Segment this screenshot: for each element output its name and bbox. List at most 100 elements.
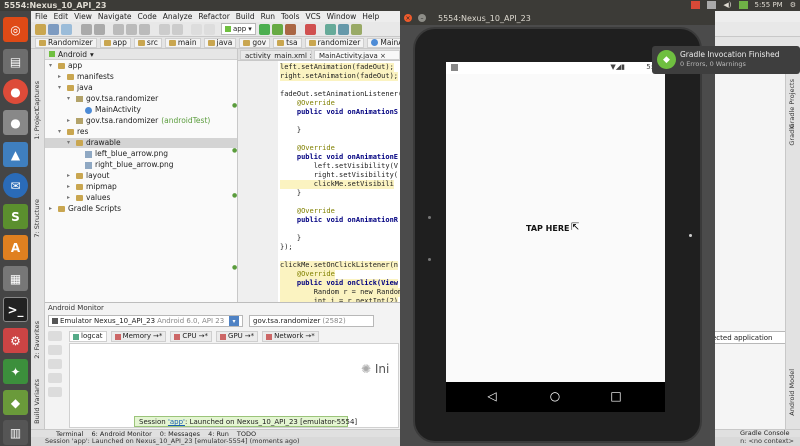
tree-item[interactable]: ▸ values bbox=[45, 193, 237, 203]
tree-item[interactable]: ▾ gov.tsa.randomizer bbox=[45, 94, 237, 104]
launch-balloon[interactable]: Session 'app': Launched on Nexus_10_API_… bbox=[134, 416, 357, 427]
menu-refactor[interactable]: Refactor bbox=[198, 12, 229, 21]
tab-gpu[interactable]: GPU →* bbox=[216, 331, 259, 342]
tree-item[interactable]: ▸ manifests bbox=[45, 72, 237, 82]
tor-icon[interactable]: ● bbox=[3, 110, 28, 135]
cut-icon[interactable] bbox=[113, 24, 124, 35]
copy-icon[interactable] bbox=[126, 24, 137, 35]
menu-window[interactable]: Window bbox=[327, 12, 357, 21]
back-triangle-icon[interactable]: ◁ bbox=[484, 388, 500, 404]
redo-icon[interactable] bbox=[94, 24, 105, 35]
tab-project[interactable]: 1: Project bbox=[33, 109, 41, 140]
tree-item[interactable]: left_blue_arrow.png bbox=[45, 149, 237, 159]
forward-icon[interactable] bbox=[204, 24, 215, 35]
tree-item[interactable]: ▾ drawable bbox=[45, 138, 237, 148]
paste-icon[interactable] bbox=[139, 24, 150, 35]
android-emulator-icon[interactable]: ◆ bbox=[3, 390, 28, 415]
clock[interactable]: 5:55 PM bbox=[755, 1, 783, 9]
tree-item[interactable]: MainActivity bbox=[45, 105, 237, 115]
mail-icon[interactable] bbox=[691, 1, 701, 9]
menu-view[interactable]: View bbox=[74, 12, 92, 21]
tree-item[interactable]: ▾ java bbox=[45, 83, 237, 93]
trash-icon[interactable]: ▥ bbox=[3, 420, 28, 445]
code-editor[interactable]: left.setAnimation(fadeOut); right.setAnim… bbox=[278, 61, 400, 302]
record-icon[interactable] bbox=[48, 345, 62, 355]
tree-item[interactable]: ▸ layout bbox=[45, 171, 237, 181]
crumb-project[interactable]: Randomizer bbox=[35, 37, 97, 48]
device-screen[interactable] bbox=[446, 62, 665, 412]
override-marker-icon[interactable]: ● bbox=[232, 147, 237, 154]
ubuntu-icon[interactable]: ◎ bbox=[3, 17, 28, 42]
menu-build[interactable]: Build bbox=[236, 12, 255, 21]
menu-analyze[interactable]: Analyze bbox=[163, 12, 193, 21]
avd-manager-icon[interactable] bbox=[325, 24, 336, 35]
find-icon[interactable] bbox=[159, 24, 170, 35]
tab-gradle[interactable]: Gradle bbox=[788, 124, 796, 146]
tab-build-variants[interactable]: Build Variants bbox=[33, 379, 41, 424]
debug-icon[interactable] bbox=[272, 24, 283, 35]
replace-icon[interactable] bbox=[172, 24, 183, 35]
gradle-notification[interactable]: ◆ Gradle Invocation Finished 0 Errors, 0… bbox=[652, 46, 800, 74]
back-icon[interactable] bbox=[191, 24, 202, 35]
screenshot-icon[interactable] bbox=[48, 331, 62, 341]
tree-item[interactable]: ▸ Gradle Scripts bbox=[45, 204, 237, 214]
thunderbird-icon[interactable]: ✉ bbox=[3, 173, 28, 198]
calculator-icon[interactable]: ▦ bbox=[3, 266, 28, 291]
network-icon[interactable] bbox=[707, 1, 717, 9]
run-icon[interactable] bbox=[259, 24, 270, 35]
override-marker-icon[interactable]: ● bbox=[232, 192, 237, 199]
override-marker-icon[interactable]: ● bbox=[232, 102, 237, 109]
menu-code[interactable]: Code bbox=[138, 12, 157, 21]
stop-icon[interactable] bbox=[305, 24, 316, 35]
android-studio-icon[interactable]: ✦ bbox=[3, 359, 28, 384]
chevron-right-icon[interactable]: ▸ bbox=[67, 116, 73, 126]
chevron-down-icon[interactable]: ▾ bbox=[49, 61, 55, 71]
override-marker-icon[interactable]: ● bbox=[232, 264, 237, 271]
menu-edit[interactable]: Edit bbox=[54, 12, 69, 21]
font-app-icon[interactable]: A bbox=[3, 235, 28, 260]
battery-icon[interactable] bbox=[738, 1, 748, 9]
help-icon[interactable] bbox=[48, 387, 62, 397]
files-icon[interactable]: ▤ bbox=[3, 49, 28, 74]
device-dropdown[interactable]: Emulator Nexus_10_API_23 Android 6.0, AP… bbox=[48, 315, 243, 327]
close-icon[interactable]: × bbox=[404, 14, 412, 22]
session-link[interactable]: 'app' bbox=[168, 418, 185, 426]
chevron-down-icon[interactable]: ▾ bbox=[67, 94, 73, 104]
tux-icon[interactable]: ▲ bbox=[3, 142, 28, 167]
crumb-java[interactable]: java bbox=[203, 37, 237, 48]
tab-network[interactable]: Network →* bbox=[262, 331, 319, 342]
chevron-down-icon[interactable]: ▾ bbox=[58, 83, 64, 93]
tab-logcat[interactable]: logcat bbox=[69, 331, 107, 342]
tab-main-activity-java[interactable]: MainActivity.java × bbox=[314, 50, 400, 60]
tree-item[interactable]: ▸ mipmap bbox=[45, 182, 237, 192]
tree-item[interactable]: ▸ gov.tsa.randomizer (androidTest) bbox=[45, 116, 237, 126]
tab-structure[interactable]: 7: Structure bbox=[33, 199, 41, 238]
crumb-module[interactable]: app bbox=[99, 37, 131, 48]
chevron-right-icon[interactable]: ▸ bbox=[49, 204, 55, 214]
monitor-icon[interactable] bbox=[351, 24, 362, 35]
run-config-dropdown[interactable]: app ▾ bbox=[221, 23, 256, 35]
open-icon[interactable] bbox=[35, 24, 46, 35]
volume-icon[interactable]: ◀) bbox=[723, 1, 731, 9]
gear-icon[interactable]: ⚙ bbox=[790, 1, 796, 9]
tab-memory[interactable]: Memory →* bbox=[110, 331, 167, 342]
tab-captures[interactable]: Captures bbox=[33, 81, 41, 110]
tree-item[interactable]: right_blue_arrow.png bbox=[45, 160, 237, 170]
sync-icon[interactable] bbox=[61, 24, 72, 35]
tab-gradle-console[interactable]: Gradle Console bbox=[740, 429, 790, 437]
tab-cpu[interactable]: CPU →* bbox=[170, 331, 213, 342]
chevron-right-icon[interactable]: ▸ bbox=[67, 193, 73, 203]
tab-gradle-projects[interactable]: Gradle Projects bbox=[788, 79, 796, 128]
crumb-randomizer[interactable]: randomizer bbox=[304, 37, 365, 48]
terminate-icon[interactable] bbox=[48, 373, 62, 383]
save-icon[interactable] bbox=[48, 24, 59, 35]
tree-item[interactable]: ▾ res bbox=[45, 127, 237, 137]
home-circle-icon[interactable]: ○ bbox=[547, 388, 563, 404]
sysinfo-icon[interactable] bbox=[48, 359, 62, 369]
tree-item[interactable]: ▾ app bbox=[45, 61, 237, 71]
menu-run[interactable]: Run bbox=[261, 12, 275, 21]
chevron-right-icon[interactable]: ▸ bbox=[67, 182, 73, 192]
process-dropdown[interactable]: gov.tsa.randomizer (2582) bbox=[249, 315, 374, 327]
tab-favorites[interactable]: 2: Favorites bbox=[33, 321, 41, 359]
profile-icon[interactable] bbox=[285, 24, 296, 35]
